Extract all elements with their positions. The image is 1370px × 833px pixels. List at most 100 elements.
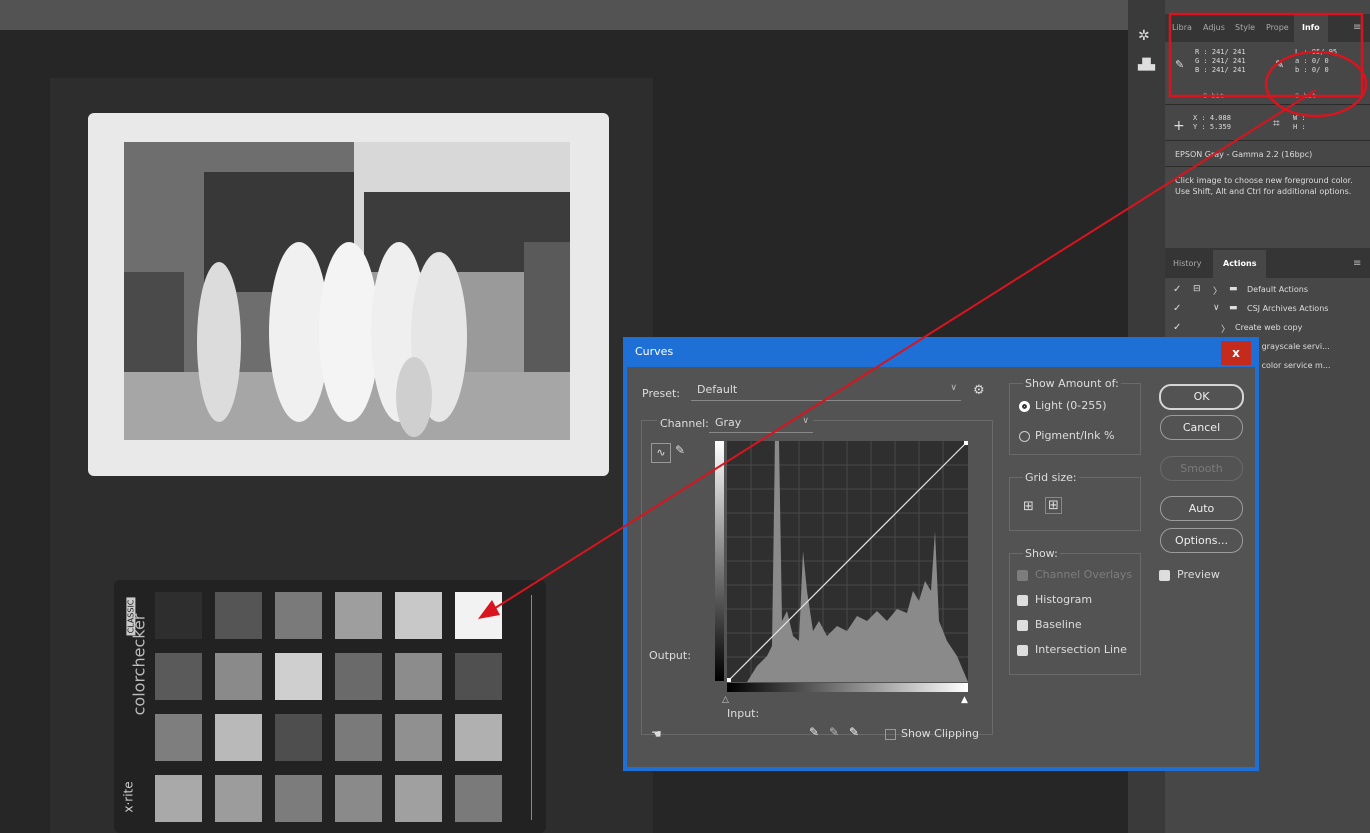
color-patch [275, 653, 322, 700]
grid-size-title: Grid size: [1023, 471, 1079, 484]
info-l: L : 95/ 95 [1295, 48, 1338, 56]
show-clipping-label: Show Clipping [901, 727, 979, 740]
color-patch [275, 775, 322, 822]
color-patch [395, 592, 442, 639]
preview-label: Preview [1177, 568, 1220, 581]
tab-info[interactable]: Info [1294, 14, 1328, 42]
color-sampler-icon[interactable]: ✲ [1138, 28, 1150, 44]
tab-libraries[interactable]: Libra [1172, 14, 1192, 42]
options-button[interactable]: Options... [1160, 528, 1243, 553]
info-r: R : 241/ 241 [1195, 48, 1246, 56]
histogram-checkbox[interactable] [1017, 595, 1028, 606]
color-patch [215, 775, 262, 822]
color-patch [395, 653, 442, 700]
close-button[interactable]: x [1221, 341, 1251, 365]
preset-select[interactable]: Default ∨ [691, 383, 961, 401]
curve-graph[interactable] [727, 441, 968, 682]
chevron-down-icon: ∨ [950, 383, 957, 393]
curve-point-tool-icon[interactable]: ∿ [651, 443, 671, 463]
eyedropper-lab-icon: ✎ [1275, 58, 1285, 71]
white-point-slider[interactable]: ▲ [961, 695, 968, 705]
panel-menu-icon[interactable]: ≡ [1353, 22, 1361, 33]
ok-button[interactable]: OK [1159, 384, 1244, 410]
color-patch [455, 592, 502, 639]
info-w: W : [1293, 114, 1306, 122]
output-gradient [715, 441, 724, 681]
chevron-right-icon[interactable]: 〉 [1213, 284, 1222, 297]
channel-overlays-checkbox[interactable] [1017, 570, 1028, 581]
action-label: te grayscale servi... [1251, 342, 1330, 351]
tab-adjustments[interactable]: Adjus [1203, 14, 1225, 42]
black-point-slider[interactable]: △ [722, 695, 729, 705]
chevron-right-icon[interactable]: 〉 [1221, 322, 1230, 335]
color-patch [215, 653, 262, 700]
color-patch [155, 592, 202, 639]
info-b-lab: b : 0/ 0 [1295, 66, 1329, 74]
show-clipping-checkbox[interactable] [885, 729, 896, 740]
action-row[interactable]: ✓ 〉 Create web copy [1173, 320, 1368, 338]
info-x: X : 4.088 [1193, 114, 1231, 122]
preview-checkbox[interactable] [1159, 570, 1170, 581]
color-patch [395, 714, 442, 761]
dialog-toggle-icon[interactable]: ⊟ [1193, 284, 1201, 294]
on-image-adjust-icon[interactable]: ☚ [651, 727, 662, 741]
folder-icon: ▬ [1229, 284, 1238, 294]
channel-value: Gray [715, 416, 742, 429]
curve-point-white [964, 441, 968, 445]
gray-eyedropper-icon[interactable]: ✎ [829, 725, 839, 739]
cancel-button[interactable]: Cancel [1160, 415, 1243, 440]
color-patch [335, 714, 382, 761]
tab-styles[interactable]: Style [1235, 14, 1255, 42]
baseline-label: Baseline [1035, 618, 1082, 631]
channel-select[interactable]: Gray ∨ [709, 415, 813, 433]
simple-grid-icon[interactable]: ⊞ [1023, 499, 1034, 514]
check-icon: ✓ [1173, 322, 1182, 333]
checker-classic-label: CLASSIC [126, 597, 136, 636]
tab-actions[interactable]: Actions [1213, 250, 1267, 278]
light-radio[interactable] [1019, 401, 1030, 412]
input-gradient [727, 683, 968, 692]
white-eyedropper-icon[interactable]: ✎ [849, 725, 859, 739]
smooth-button[interactable]: Smooth [1160, 456, 1243, 481]
baseline-checkbox[interactable] [1017, 620, 1028, 631]
info-a: a : 0/ 0 [1295, 57, 1329, 65]
pencil-icon[interactable]: ✎ [675, 443, 685, 457]
color-patch [455, 653, 502, 700]
info-help-text: Click image to choose new foreground col… [1175, 176, 1353, 196]
show-amount-group [1009, 383, 1141, 455]
tab-properties[interactable]: Prope [1266, 14, 1289, 42]
light-option-label: Light (0-255) [1035, 399, 1107, 412]
gear-icon[interactable]: ⚙ [973, 383, 985, 398]
histogram-label: Histogram [1035, 593, 1093, 606]
input-label: Input: [727, 707, 760, 720]
action-row[interactable]: ✓ ⊟ 〉 ▬ Default Actions [1173, 282, 1368, 300]
selection-size-icon: ⌗ [1273, 116, 1280, 130]
color-patch [275, 592, 322, 639]
chevron-down-icon[interactable]: ∨ [1213, 303, 1220, 313]
action-row[interactable]: ✓ ∨ ▬ CSJ Archives Actions [1173, 301, 1368, 319]
folder-icon: ▬ [1229, 303, 1238, 313]
dialog-title-bar[interactable]: Curves [623, 337, 1259, 367]
pigment-radio[interactable] [1019, 431, 1030, 442]
histogram-icon[interactable]: ▟▙ [1138, 58, 1155, 71]
color-patch [155, 714, 202, 761]
curve-point-black [727, 678, 731, 682]
color-patch [215, 592, 262, 639]
show-title: Show: [1023, 547, 1060, 560]
info-b: B : 241/ 241 [1195, 66, 1246, 74]
pigment-option-label: Pigment/Ink % [1035, 429, 1115, 442]
tab-history[interactable]: History [1173, 250, 1201, 278]
check-icon: ✓ [1173, 303, 1182, 314]
action-label: CSJ Archives Actions [1247, 304, 1329, 313]
curves-dialog: Curves x Preset: Default ∨ ⚙ Channel: Gr… [623, 337, 1259, 771]
actions-menu-icon[interactable]: ≡ [1353, 258, 1361, 269]
show-amount-title: Show Amount of: [1023, 377, 1121, 390]
detailed-grid-icon[interactable]: ⊞ [1045, 497, 1062, 514]
color-patch [335, 775, 382, 822]
action-label: Create web copy [1235, 323, 1303, 332]
info-g: G : 241/ 241 [1195, 57, 1246, 65]
auto-button[interactable]: Auto [1160, 496, 1243, 521]
color-patch [395, 775, 442, 822]
black-eyedropper-icon[interactable]: ✎ [809, 725, 819, 739]
intersection-line-checkbox[interactable] [1017, 645, 1028, 656]
